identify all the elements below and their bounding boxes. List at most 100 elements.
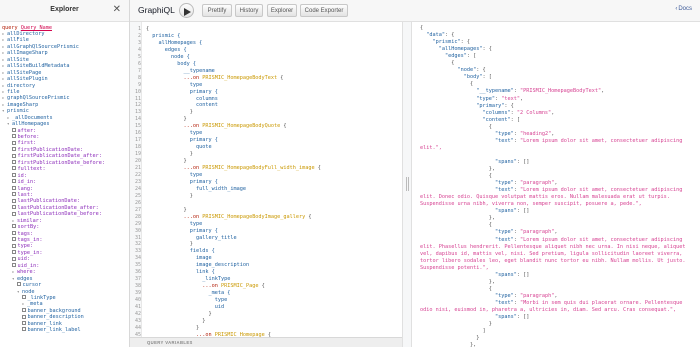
checkbox-icon[interactable] <box>12 256 16 261</box>
checkbox-icon[interactable] <box>12 147 16 152</box>
code-token: : [ <box>482 74 492 81</box>
query-name-header[interactable]: query Query Name <box>0 22 129 31</box>
code-token: edges { <box>146 46 187 53</box>
checkbox-icon[interactable] <box>12 185 16 190</box>
code-token: node { <box>146 53 190 60</box>
run-query-button[interactable] <box>179 3 194 18</box>
query-variables-bar[interactable]: QUERY VARIABLES <box>130 337 402 347</box>
checkbox-icon[interactable] <box>12 192 16 197</box>
explorer-header: Explorer ✕ <box>0 0 129 22</box>
checkbox-icon[interactable] <box>22 295 26 300</box>
result-viewer[interactable]: { "data": { "prismic": { "allHomepages":… <box>412 22 700 347</box>
code-token: elit.", <box>420 144 442 151</box>
line-number: 14 <box>134 116 141 123</box>
checkbox-icon[interactable] <box>12 263 16 268</box>
code-token: prismic { <box>146 32 181 39</box>
prettify-button[interactable]: Prettify <box>202 4 232 17</box>
checkbox-icon[interactable] <box>12 243 16 248</box>
explorer-tree-label: allImageSharp <box>7 50 48 57</box>
explorer-button[interactable]: Explorer <box>267 4 297 17</box>
code-token: ...on <box>146 74 203 81</box>
checkbox-icon[interactable] <box>12 198 16 203</box>
close-icon[interactable]: ✕ <box>113 4 121 15</box>
line-number: 9 <box>137 81 141 88</box>
line-number: 16 <box>134 130 141 137</box>
checkbox-icon[interactable] <box>12 211 16 216</box>
line-number: 31 <box>134 234 141 241</box>
code-line: link { <box>146 269 215 275</box>
code-exporter-button[interactable]: Code Exporter <box>300 4 348 17</box>
code-token: "paragraph" <box>519 292 555 299</box>
code-token: "spans" <box>494 271 517 278</box>
code-token: PRISMIC_HomepageBodyText <box>202 74 278 81</box>
checkbox-icon[interactable] <box>22 327 26 332</box>
explorer-tree-label: uid: <box>17 256 31 263</box>
checkbox-icon[interactable] <box>22 320 26 325</box>
checkbox-icon[interactable] <box>17 282 21 287</box>
code-line: odio nisi, euismod in, pharetra a, ultri… <box>420 307 676 313</box>
explorer-tree-label: allSite <box>7 56 29 63</box>
explorer-tree-label: sortBy: <box>17 224 40 231</box>
code-token: quote <box>146 144 212 151</box>
code-line: { <box>420 60 454 66</box>
checkbox-icon[interactable] <box>12 166 16 171</box>
line-number: 15 <box>134 123 141 130</box>
query-editor-body[interactable]: { prismic { allHomepages { edges { node … <box>142 22 402 337</box>
line-number: 5 <box>137 53 141 60</box>
code-line: "spans": [] <box>420 159 529 165</box>
code-line: "content": [ <box>420 117 519 123</box>
code-line: "type": "heading2", <box>420 131 554 137</box>
code-token: : [ <box>466 53 477 60</box>
code-token: } <box>146 151 193 158</box>
result-splitter[interactable] <box>402 22 412 347</box>
checkbox-icon[interactable] <box>12 237 16 242</box>
explorer-tree-label: allSitePlugin <box>7 76 48 83</box>
code-line: elit.", <box>420 145 442 151</box>
checkbox-icon[interactable] <box>12 153 16 158</box>
checkbox-icon[interactable] <box>12 205 16 210</box>
code-token: } <box>146 317 206 324</box>
checkbox-icon[interactable] <box>12 224 16 229</box>
docs-button[interactable]: ‹Docs <box>675 6 692 12</box>
line-number: 26 <box>134 199 141 206</box>
checkbox-icon[interactable] <box>12 172 16 177</box>
code-line: "spans": [] <box>420 314 529 320</box>
explorer-tree-item[interactable]: banner_link_label <box>0 327 129 333</box>
code-line: content <box>146 102 218 108</box>
code-line: "__typename": "PRISMIC_HomepageBodyText"… <box>420 88 604 94</box>
code-line: gallery_title <box>146 235 237 241</box>
query-variables-label: QUERY VARIABLES <box>147 340 193 345</box>
checkbox-icon[interactable] <box>12 127 16 132</box>
checkbox-icon[interactable] <box>22 314 26 319</box>
code-token: PRISMIC_Page <box>220 283 259 290</box>
checkbox-icon[interactable] <box>12 160 16 165</box>
code-token: type <box>146 220 203 227</box>
checkbox-icon[interactable] <box>22 308 26 313</box>
checkbox-icon[interactable] <box>12 140 16 145</box>
explorer-tree-label: node <box>22 288 35 295</box>
code-token: }, <box>420 215 495 222</box>
checkbox-icon[interactable] <box>12 250 16 255</box>
code-line: "type": "text", <box>420 96 523 102</box>
checkbox-icon[interactable] <box>12 230 16 235</box>
code-line: Suspendisse potenti.", <box>420 265 489 271</box>
code-token: "spans" <box>494 208 517 215</box>
history-button[interactable]: History <box>235 4 263 17</box>
code-token: } <box>146 109 193 116</box>
line-number: 23 <box>134 178 141 185</box>
code-line: } <box>146 109 193 115</box>
code-token: vel, dapibus id, mattis vel, nisi. Sed p… <box>420 250 683 257</box>
checkbox-icon[interactable] <box>12 179 16 184</box>
explorer-panel: Explorer ✕ query Query Name ▸ allDirector… <box>0 0 130 347</box>
code-token: } <box>146 116 187 123</box>
explorer-tree-label: similar: <box>17 217 42 224</box>
code-token: : { <box>482 46 492 53</box>
code-token: odio nisi, euismod in, pharetra a, ultri… <box>420 307 677 313</box>
code-token: PRISMIC_HomepageBodyImage_gallery <box>202 213 306 220</box>
code-token: "text" <box>501 95 520 102</box>
code-line: primary { <box>146 137 218 143</box>
checkbox-icon[interactable] <box>12 134 16 139</box>
